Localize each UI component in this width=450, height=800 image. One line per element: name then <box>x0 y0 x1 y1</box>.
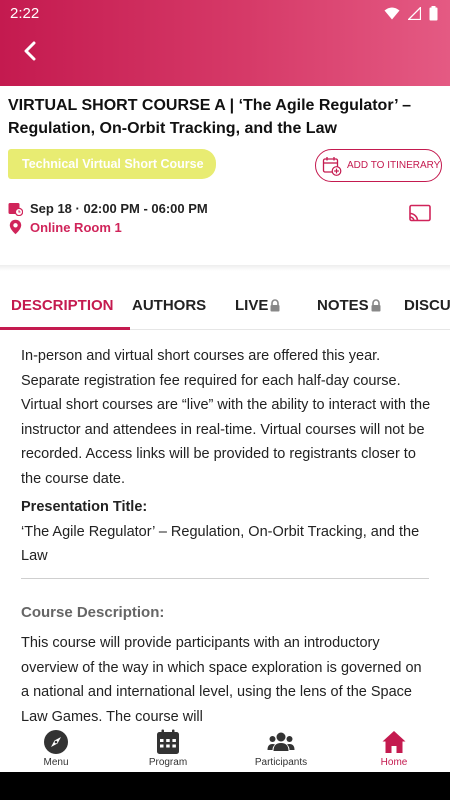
session-title: VIRTUAL SHORT COURSE A | ‘The Agile Regu… <box>8 97 412 137</box>
people-icon <box>267 732 295 751</box>
presentation-title-label: Presentation Title: <box>21 499 148 515</box>
location-pin-icon <box>9 219 22 235</box>
content-divider <box>21 578 429 579</box>
tab-label: DESCRIPTION <box>11 296 114 314</box>
datetime-text: Sep 18 · 02:00 PM - 06:00 PM <box>30 201 208 216</box>
signal-icon <box>408 7 421 20</box>
course-description-label: Course Description: <box>21 604 165 621</box>
lock-icon <box>371 298 381 311</box>
cast-button[interactable] <box>407 201 433 227</box>
wifi-icon <box>384 7 400 20</box>
tab-label: AUTHORS <box>132 296 207 314</box>
system-navigation-bar <box>0 772 450 800</box>
cast-icon <box>409 204 431 222</box>
back-arrow-icon <box>24 41 36 61</box>
calendar-add-icon <box>322 156 342 176</box>
back-button[interactable] <box>14 34 48 68</box>
compass-icon <box>44 730 68 754</box>
bottom-nav: Menu Program Participants Home <box>0 727 450 772</box>
status-bar: 2:22 <box>0 0 450 28</box>
description-content: In-person and virtual short courses are … <box>21 344 431 569</box>
tab-label: LIVE <box>235 296 269 314</box>
lock-icon <box>270 298 280 311</box>
nav-label: Menu <box>43 757 69 768</box>
session-datetime: Sep 18 · 02:00 PM - 06:00 PM <box>8 201 208 216</box>
tab-discussion[interactable]: DISCUS <box>404 280 450 330</box>
nav-label: Program <box>148 757 188 768</box>
tab-notes[interactable]: NOTES <box>317 280 382 330</box>
session-room: Online Room 1 <box>8 219 122 235</box>
course-description: This course will provide participants wi… <box>21 635 422 725</box>
tab-description[interactable]: DESCRIPTION <box>11 280 114 330</box>
tab-authors[interactable]: AUTHORS <box>132 280 206 330</box>
nav-label: Participants <box>254 757 308 768</box>
nav-participants[interactable]: Participants <box>241 729 321 768</box>
nav-menu[interactable]: Menu <box>16 729 96 768</box>
app-header: 2:22 <box>0 0 450 86</box>
active-tab-indicator <box>0 327 130 330</box>
tab-live[interactable]: LIVE <box>235 280 281 330</box>
presentation-title: ‘The Agile Regulator’ – Regulation, On-O… <box>21 523 420 565</box>
add-to-itinerary-label: ADD TO ITINERARY <box>347 160 441 171</box>
tab-label: NOTES <box>317 296 369 314</box>
track-label: Technical Virtual Short Course <box>22 157 204 171</box>
calendar-icon <box>157 729 179 754</box>
add-to-itinerary-button[interactable]: ADD TO ITINERARY <box>315 149 442 182</box>
tab-bar: DESCRIPTION AUTHORS LIVE NOTES DISCUS <box>0 280 450 330</box>
battery-icon <box>429 6 438 21</box>
room-text: Online Room 1 <box>30 219 122 235</box>
section-separator <box>0 265 450 271</box>
tab-label: DISCUS <box>404 296 450 314</box>
home-icon <box>382 731 406 753</box>
nav-home[interactable]: Home <box>354 729 434 768</box>
description-intro: In-person and virtual short courses are … <box>21 348 431 487</box>
nav-label: Home <box>380 757 408 768</box>
calendar-clock-icon <box>8 203 23 216</box>
status-icons <box>384 6 438 21</box>
status-time: 2:22 <box>10 5 40 22</box>
track-badge: Technical Virtual Short Course <box>8 149 216 179</box>
nav-program[interactable]: Program <box>128 729 208 768</box>
